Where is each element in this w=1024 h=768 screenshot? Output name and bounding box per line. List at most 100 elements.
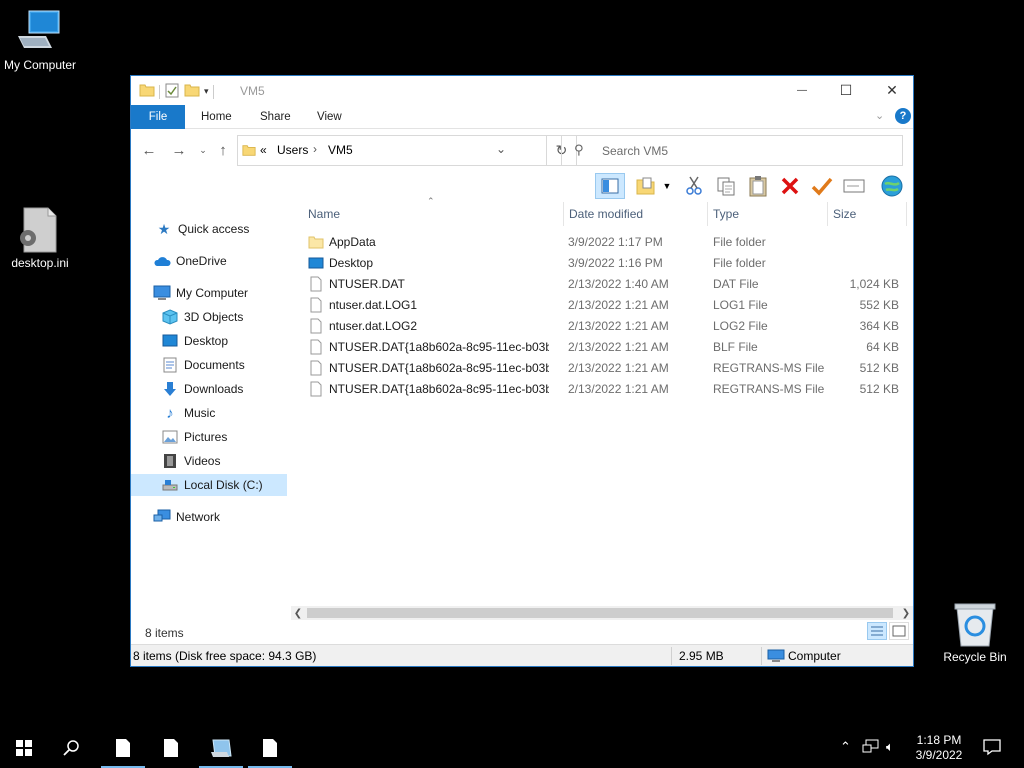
sidebar-item-label: Network bbox=[176, 510, 221, 524]
desktop-icon-my-computer[interactable]: My Computer bbox=[0, 8, 80, 72]
status-bar: 8 items (Disk free space: 94.3 GB) 2.95 … bbox=[131, 644, 913, 666]
chevron-down-icon: ⌄ bbox=[199, 144, 207, 155]
back-button[interactable]: ← bbox=[139, 140, 159, 160]
sidebar-item-desktop[interactable]: Desktop bbox=[131, 330, 287, 352]
sidebar-item-local-disk[interactable]: Local Disk (C:) bbox=[131, 474, 287, 496]
new-item-dropdown-icon[interactable]: ▼ bbox=[661, 173, 673, 199]
document-icon bbox=[161, 357, 179, 373]
tab-home[interactable]: Home bbox=[187, 105, 246, 129]
table-row[interactable]: NTUSER.DAT{1a8b602a-8c95-11ec-b03b-... 2… bbox=[297, 337, 907, 358]
file-date: 2/13/2022 1:21 AM bbox=[568, 340, 669, 354]
sidebar-item-videos[interactable]: Videos bbox=[131, 450, 287, 472]
sidebar-item-my-computer[interactable]: My Computer bbox=[131, 282, 287, 304]
title-bar[interactable]: ▾ VM5 — ☐ ✕ bbox=[131, 76, 913, 104]
properties-icon[interactable] bbox=[164, 82, 180, 101]
arrow-left-icon: ← bbox=[141, 141, 157, 159]
properties-button[interactable] bbox=[879, 173, 905, 199]
sidebar-item-3d-objects[interactable]: 3D Objects bbox=[131, 306, 287, 328]
navigation-pane-button[interactable] bbox=[595, 173, 625, 199]
tab-share[interactable]: Share bbox=[246, 105, 305, 129]
sidebar-item-pictures[interactable]: Pictures bbox=[131, 426, 287, 448]
column-header-name[interactable]: Name bbox=[297, 202, 563, 226]
tab-view[interactable]: View bbox=[303, 105, 356, 129]
file-size bbox=[829, 253, 899, 274]
scroll-left-icon[interactable]: ❮ bbox=[291, 606, 305, 620]
file-size bbox=[829, 232, 899, 253]
cut-button[interactable] bbox=[681, 173, 707, 199]
minimize-button[interactable]: — bbox=[779, 76, 825, 104]
volume-icon[interactable]: 🔈︎ bbox=[886, 739, 894, 755]
paste-button[interactable] bbox=[745, 173, 771, 199]
column-header-type[interactable]: Type bbox=[702, 202, 822, 226]
column-divider[interactable] bbox=[906, 202, 907, 226]
item-count: 8 items bbox=[145, 626, 184, 640]
table-row[interactable]: AppData 3/9/2022 1:17 PM File folder bbox=[297, 232, 907, 253]
address-dropdown-icon[interactable]: ⌄ bbox=[496, 142, 506, 156]
show-hidden-icons-chevron-icon[interactable]: ⌃ bbox=[840, 739, 851, 755]
document-icon bbox=[116, 739, 130, 757]
forward-button[interactable]: → bbox=[169, 140, 189, 160]
breadcrumb-vm5[interactable]: VM5 bbox=[328, 143, 353, 157]
taskbar-app-document-1[interactable] bbox=[99, 728, 147, 768]
table-row[interactable]: NTUSER.DAT{1a8b602a-8c95-11ec-b03b-... 2… bbox=[297, 379, 907, 400]
system-clock[interactable]: 1:18 PM 3/9/2022 bbox=[910, 733, 968, 763]
breadcrumb-users[interactable]: Users bbox=[277, 143, 308, 157]
help-icon[interactable]: ? bbox=[895, 108, 911, 124]
taskbar-app-document-3[interactable] bbox=[246, 728, 294, 768]
maximize-icon: ☐ bbox=[839, 81, 853, 98]
sidebar-item-network[interactable]: Network bbox=[131, 506, 287, 528]
breadcrumb-overflow[interactable]: « bbox=[260, 143, 267, 157]
desktop-folder-icon bbox=[308, 255, 324, 272]
scrollbar-thumb[interactable] bbox=[307, 608, 893, 618]
ribbon-expand-icon[interactable]: ⌄ bbox=[875, 109, 884, 122]
search-input[interactable]: Search VM5 bbox=[602, 144, 668, 158]
sidebar-item-label: Music bbox=[184, 406, 216, 420]
taskbar-app-document-2[interactable] bbox=[147, 728, 195, 768]
search-box[interactable]: ⚲ Search VM5 bbox=[561, 135, 903, 166]
table-row[interactable]: Desktop 3/9/2022 1:16 PM File folder bbox=[297, 253, 907, 274]
desktop-icon-desktop-ini[interactable]: desktop.ini bbox=[0, 206, 80, 270]
copy-button[interactable] bbox=[713, 173, 739, 199]
start-button[interactable] bbox=[0, 728, 48, 768]
customize-dropdown-icon[interactable]: ▾ bbox=[204, 86, 209, 97]
up-button[interactable]: ↑ bbox=[213, 140, 233, 160]
sidebar-item-music[interactable]: ♪ Music bbox=[131, 402, 287, 424]
table-row[interactable]: NTUSER.DAT 2/13/2022 1:40 AM DAT File 1,… bbox=[297, 274, 907, 295]
tab-file[interactable]: File bbox=[131, 105, 185, 129]
file-name: NTUSER.DAT bbox=[329, 277, 405, 291]
taskbar-app-file-explorer[interactable] bbox=[197, 728, 245, 768]
folder-icon bbox=[242, 143, 256, 160]
maximize-button[interactable]: ☐ bbox=[823, 76, 869, 104]
large-icons-view-button[interactable] bbox=[889, 622, 909, 640]
horizontal-scrollbar[interactable]: ❮ ❯ bbox=[291, 606, 913, 620]
sidebar-item-documents[interactable]: Documents bbox=[131, 354, 287, 376]
search-button[interactable] bbox=[48, 728, 96, 768]
column-header-size[interactable]: Size bbox=[822, 202, 902, 226]
file-name: NTUSER.DAT{1a8b602a-8c95-11ec-b03b-... bbox=[329, 382, 549, 396]
details-view-button[interactable] bbox=[867, 622, 887, 640]
delete-button[interactable] bbox=[777, 173, 803, 199]
new-item-button[interactable] bbox=[633, 173, 659, 199]
column-header-date-modified[interactable]: Date modified bbox=[558, 202, 703, 226]
sidebar-item-label: Desktop bbox=[184, 334, 229, 348]
recent-locations-button[interactable]: ⌄ bbox=[193, 140, 213, 160]
new-folder-icon[interactable] bbox=[184, 83, 200, 100]
desktop-icon-label: Recycle Bin bbox=[943, 650, 1007, 664]
document-icon bbox=[164, 739, 178, 757]
table-row[interactable]: ntuser.dat.LOG2 2/13/2022 1:21 AM LOG2 F… bbox=[297, 316, 907, 337]
arrow-right-icon: → bbox=[171, 141, 187, 159]
sidebar-item-downloads[interactable]: Downloads bbox=[131, 378, 287, 400]
sidebar-item-quick-access[interactable]: ★ Quick access bbox=[131, 218, 287, 240]
network-status-icon[interactable] bbox=[862, 739, 880, 758]
action-center-icon[interactable] bbox=[983, 738, 1001, 759]
table-row[interactable]: NTUSER.DAT{1a8b602a-8c95-11ec-b03b-... 2… bbox=[297, 358, 907, 379]
file-explorer-window[interactable]: ▾ VM5 — ☐ ✕ File Home Share View ⌄ ? ← →… bbox=[130, 75, 914, 667]
sidebar-item-onedrive[interactable]: OneDrive bbox=[131, 250, 287, 272]
rename-button[interactable] bbox=[841, 173, 867, 199]
close-button[interactable]: ✕ bbox=[869, 76, 915, 104]
table-row[interactable]: ntuser.dat.LOG1 2/13/2022 1:21 AM LOG1 F… bbox=[297, 295, 907, 316]
scroll-right-icon[interactable]: ❯ bbox=[899, 606, 913, 620]
desktop-icon-recycle-bin[interactable]: Recycle Bin bbox=[935, 602, 1015, 664]
address-bar[interactable]: « Users › VM5 ⌄ bbox=[237, 135, 547, 166]
select-button[interactable] bbox=[809, 173, 835, 199]
